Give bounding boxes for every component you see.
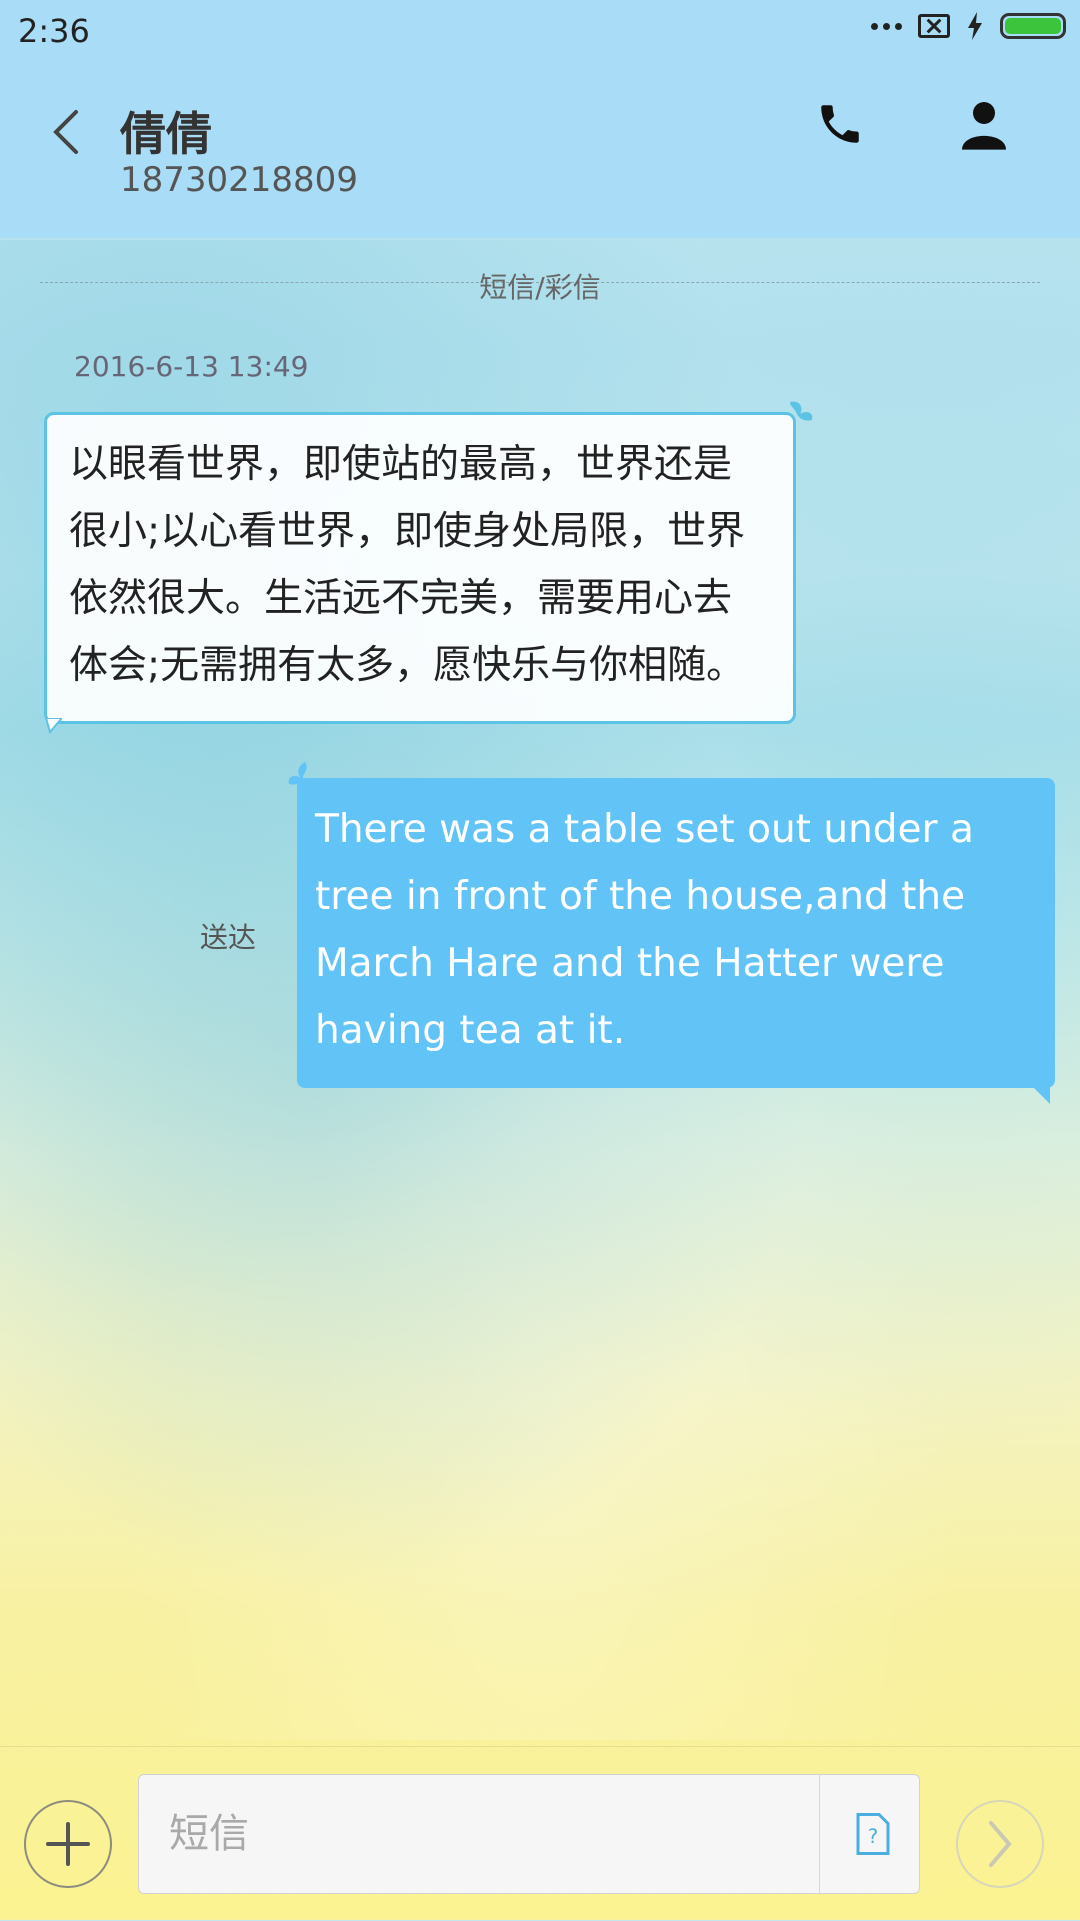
outgoing-message-line: March Hare and the Hatter were bbox=[315, 941, 945, 986]
outgoing-bubble-tail bbox=[1030, 1084, 1050, 1104]
more-dots-icon bbox=[871, 22, 902, 30]
status-icons bbox=[871, 12, 1066, 40]
battery-icon bbox=[1000, 13, 1066, 39]
status-bar: 2:36 bbox=[0, 0, 1080, 60]
svg-text:?: ? bbox=[868, 1825, 878, 1848]
no-sim-icon bbox=[918, 14, 950, 38]
message-type-text: 短信/彩信 bbox=[479, 271, 601, 304]
input-separator bbox=[819, 1775, 820, 1893]
delivery-status: 送达 bbox=[200, 921, 257, 954]
status-time: 2:36 bbox=[18, 12, 90, 50]
incoming-message-line: 依然很大。生活远不完美，需要用心去 bbox=[69, 576, 733, 621]
outgoing-message-line: tree in front of the house,and the bbox=[315, 874, 966, 919]
back-arrow-icon bbox=[53, 110, 78, 154]
incoming-message-line: 体会;无需拥有太多，愿快乐与你相随。 bbox=[69, 643, 746, 688]
conversation-header: 倩倩 18730218809 bbox=[0, 60, 1080, 238]
incoming-message-line: 很小;以心看世界，即使身处局限，世界 bbox=[69, 509, 746, 554]
charging-icon bbox=[968, 12, 982, 40]
person-icon[interactable] bbox=[962, 98, 1006, 150]
incoming-message-line: 以眼看世界，即使站的最高，世界还是 bbox=[69, 442, 733, 487]
message-timestamp: 2016-6-13 13:49 bbox=[74, 350, 309, 383]
outgoing-message-line: There was a table set out under a bbox=[315, 807, 974, 852]
outgoing-message-line: having tea at it. bbox=[315, 1008, 626, 1053]
contact-number: 18730218809 bbox=[120, 160, 358, 200]
add-attachment-button[interactable] bbox=[24, 1800, 112, 1888]
incoming-message-bubble[interactable]: 以眼看世界，即使站的最高，世界还是 很小;以心看世界，即使身处局限，世界 依然很… bbox=[44, 412, 796, 724]
message-input[interactable] bbox=[139, 1775, 819, 1893]
back-button[interactable] bbox=[40, 102, 90, 162]
incoming-bubble-tail bbox=[46, 718, 62, 734]
outgoing-message-bubble[interactable]: There was a table set out under a tree i… bbox=[297, 778, 1055, 1088]
template-icon[interactable]: ? bbox=[855, 1813, 891, 1855]
message-input-container: ? bbox=[138, 1774, 920, 1894]
phone-icon[interactable] bbox=[815, 98, 865, 150]
send-button[interactable] bbox=[956, 1800, 1044, 1888]
send-arrow-icon bbox=[989, 1821, 1012, 1867]
message-type-label: 短信/彩信 bbox=[0, 266, 1080, 306]
plus-icon bbox=[46, 1822, 90, 1866]
contact-name: 倩倩 bbox=[120, 107, 212, 161]
